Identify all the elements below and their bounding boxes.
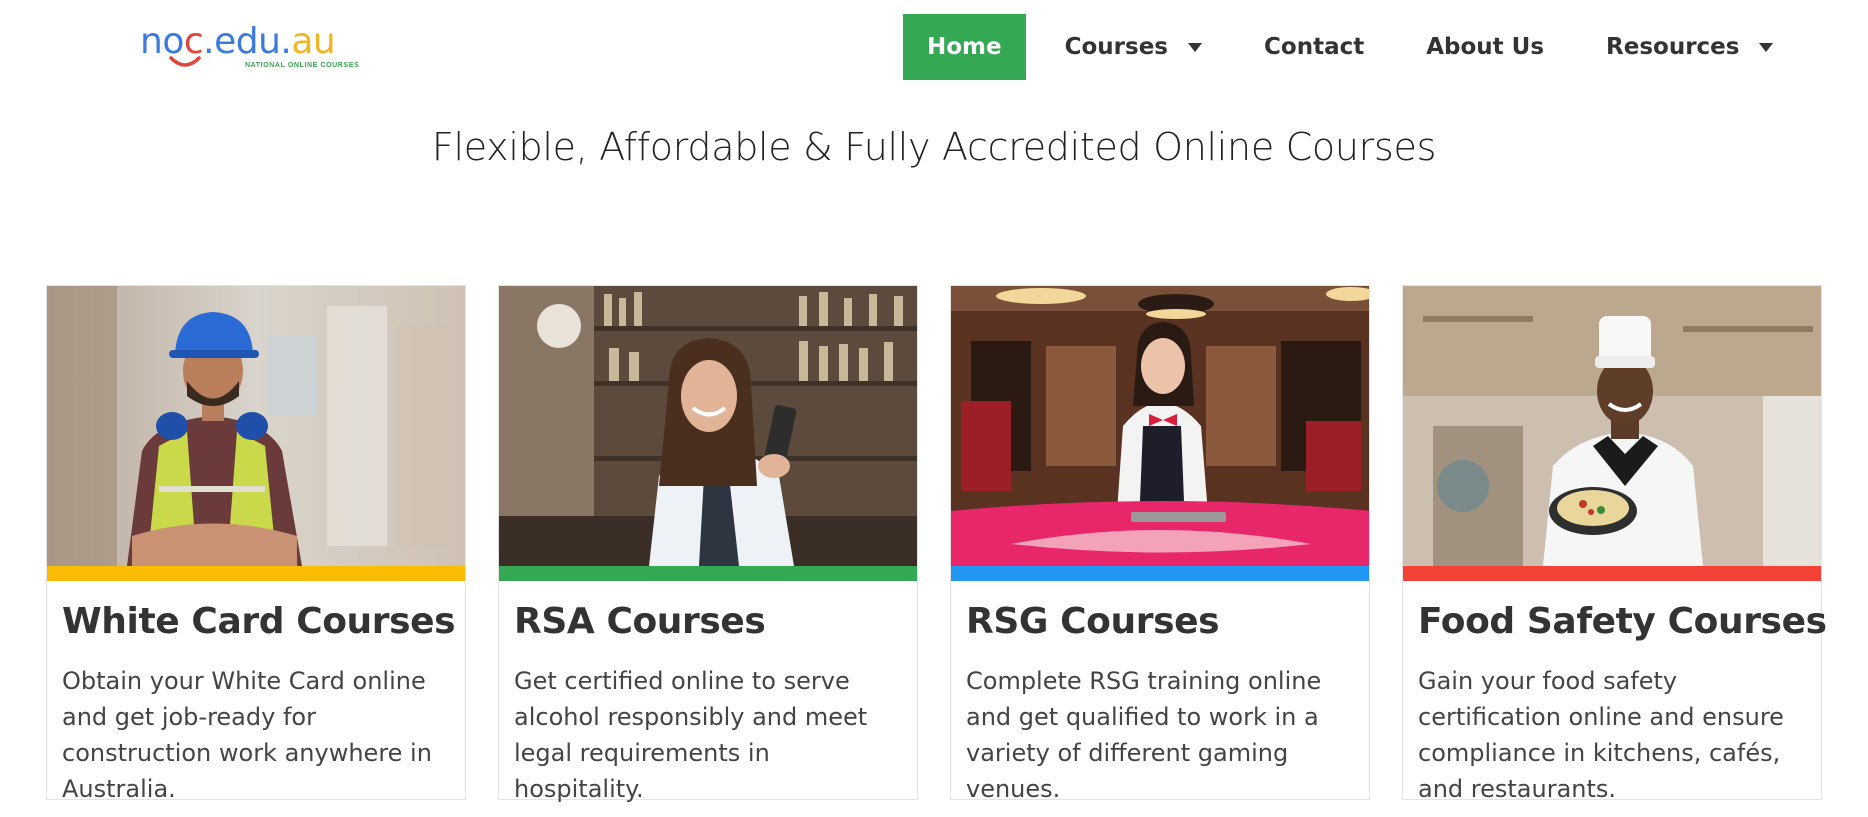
logo-smile-icon [169, 56, 201, 67]
card-accent-bar [47, 566, 465, 581]
bartender-photo [499, 286, 917, 566]
nav-resources-label: Resources [1606, 34, 1740, 60]
logo-part-4: au [291, 21, 336, 62]
chef-photo [1403, 286, 1821, 566]
course-card-rsa[interactable]: RSA Courses Get certified online to serv… [498, 285, 918, 803]
card-accent-bar [499, 566, 917, 581]
construction-worker-photo [47, 286, 465, 566]
chevron-down-icon [1188, 42, 1203, 52]
nav-contact-label: Contact [1264, 34, 1365, 60]
card-description: Obtain your White Card online and get jo… [62, 667, 432, 803]
card-title: RSA Courses [514, 601, 766, 642]
site-header: noc.edu.au NATIONAL ONLINE COURSES Home … [0, 0, 1868, 95]
course-cards: White Card Courses Obtain your White Car… [46, 285, 1827, 803]
nav-about-us[interactable]: About Us [1403, 14, 1567, 80]
chevron-down-icon [1759, 42, 1774, 52]
card-description: Get certified online to serve alcohol re… [514, 667, 868, 803]
card-accent-bar [951, 566, 1369, 581]
card-accent-bar [1403, 566, 1821, 581]
nav-courses[interactable]: Courses [1042, 14, 1225, 80]
nav-home-label: Home [927, 34, 1002, 60]
nav-home[interactable]: Home [903, 14, 1026, 80]
logo-part-3: .edu. [203, 21, 292, 62]
nav-courses-label: Courses [1064, 34, 1169, 60]
page-tagline: Flexible, Affordable & Fully Accredited … [431, 125, 1437, 169]
card-description: Gain your food safety certification onli… [1418, 667, 1784, 803]
course-card-white-card[interactable]: White Card Courses Obtain your White Car… [46, 285, 466, 803]
site-logo[interactable]: noc.edu.au NATIONAL ONLINE COURSES [140, 21, 359, 74]
nav-about-us-label: About Us [1426, 34, 1545, 60]
course-card-rsg[interactable]: RSG Courses Complete RSG training online… [950, 285, 1370, 803]
card-title: RSG Courses [966, 601, 1220, 642]
card-title: White Card Courses [62, 601, 456, 642]
main-nav: Home Courses Contact About Us Resources [903, 14, 1796, 80]
nav-contact[interactable]: Contact [1241, 14, 1387, 80]
card-title: Food Safety Courses [1418, 601, 1827, 642]
casino-dealer-photo [951, 286, 1369, 566]
nav-resources[interactable]: Resources [1583, 14, 1796, 80]
card-description: Complete RSG training online and get qua… [966, 667, 1322, 803]
course-card-food-safety[interactable]: Food Safety Courses Gain your food safet… [1402, 285, 1827, 803]
logo-subtitle: NATIONAL ONLINE COURSES [245, 62, 360, 69]
